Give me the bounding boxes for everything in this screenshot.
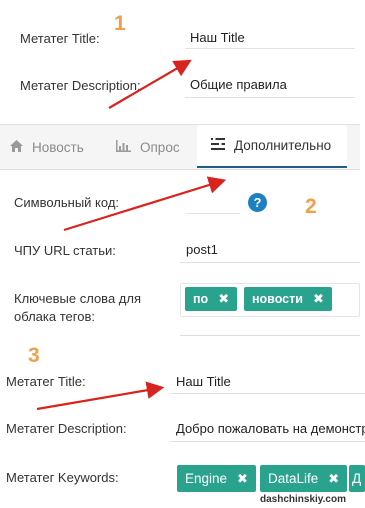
annotation-arrows: [36, 59, 227, 411]
arrow-3: [36, 381, 165, 411]
arrow-2: [63, 176, 227, 232]
arrow-1: [108, 59, 192, 109]
